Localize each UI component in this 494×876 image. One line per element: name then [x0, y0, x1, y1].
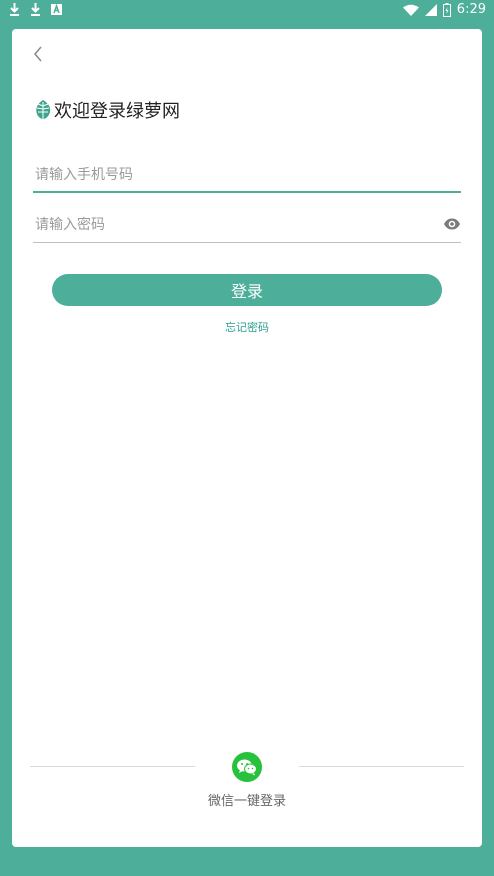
wifi-icon [402, 4, 419, 16]
download-icon [10, 3, 19, 16]
leaf-icon [36, 100, 51, 120]
status-bar: 6:29 [0, 0, 494, 22]
password-input[interactable] [33, 213, 463, 237]
wechat-icon [237, 759, 257, 776]
welcome-header: 欢迎登录绿萝网 [34, 97, 180, 123]
clock: 6:29 [456, 2, 486, 17]
a-badge-icon [51, 4, 62, 15]
wechat-login-button[interactable] [232, 752, 262, 782]
page-title: 欢迎登录绿萝网 [54, 101, 180, 122]
eye-icon[interactable] [443, 215, 461, 233]
forgot-password-link[interactable]: 忘记密码 [12, 319, 482, 335]
wechat-login-label[interactable]: 微信一键登录 [12, 790, 482, 809]
status-left-icons [9, 3, 62, 16]
phone-field [33, 163, 463, 193]
login-card: 欢迎登录绿萝网 登录 忘记密码 微信一键登录 [12, 29, 482, 847]
status-right-icons: 6:29 [402, 2, 486, 17]
phone-input[interactable] [33, 163, 463, 187]
divider-left [30, 766, 195, 767]
download-icon [31, 3, 40, 16]
password-field [33, 213, 463, 243]
login-button[interactable]: 登录 [52, 274, 442, 306]
back-button[interactable] [28, 43, 48, 65]
chevron-left-icon [34, 46, 42, 62]
signal-icon [424, 3, 437, 16]
divider-right [299, 766, 464, 767]
battery-icon [442, 2, 451, 17]
